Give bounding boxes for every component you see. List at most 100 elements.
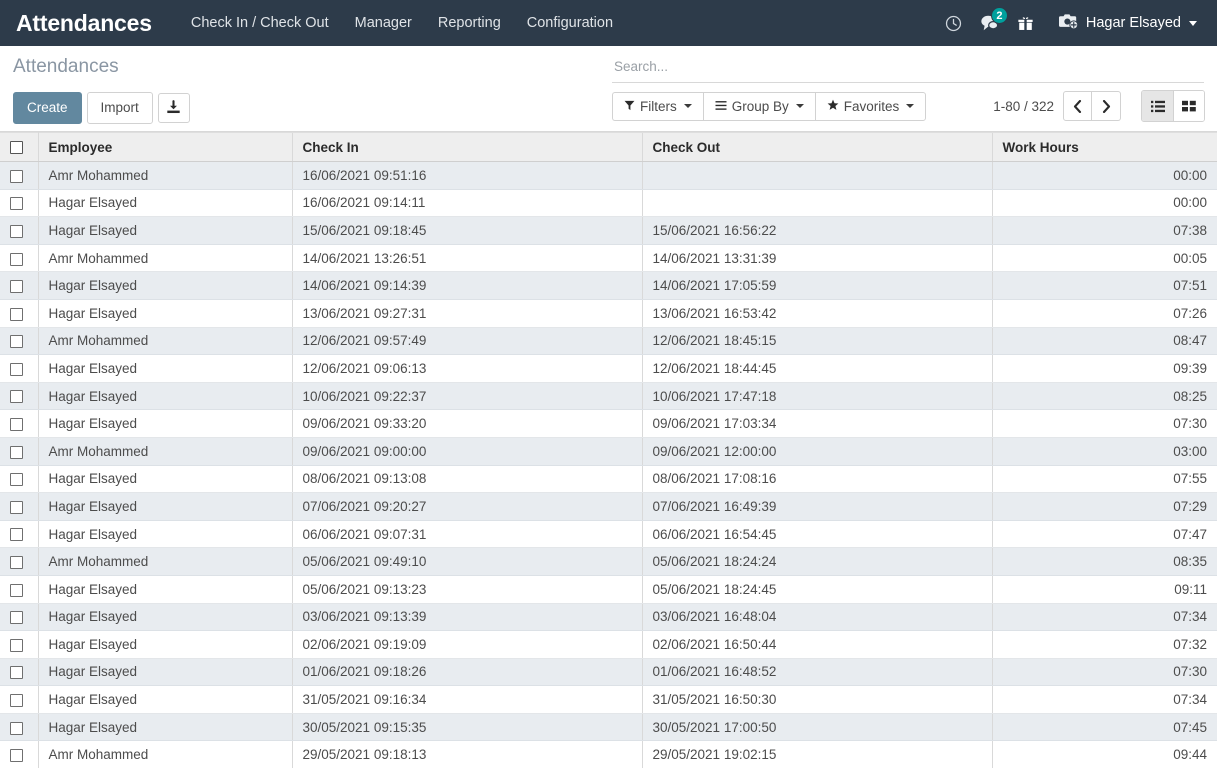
download-icon[interactable] <box>158 93 190 123</box>
row-checkbox[interactable] <box>10 722 23 735</box>
row-checkbox[interactable] <box>10 363 23 376</box>
search-input[interactable] <box>614 59 1204 74</box>
create-button[interactable]: Create <box>13 92 82 124</box>
row-checkbox[interactable] <box>10 556 23 569</box>
column-header-check-out[interactable]: Check Out <box>642 133 992 162</box>
cell-check-in: 29/05/2021 09:18:13 <box>292 741 642 768</box>
table-row[interactable]: Hagar Elsayed14/06/2021 09:14:3914/06/20… <box>0 272 1217 300</box>
navbar-system-tray: 2 Hagar Elsayed <box>937 0 1203 46</box>
row-checkbox[interactable] <box>10 308 23 321</box>
column-header-employee[interactable]: Employee <box>38 133 292 162</box>
row-select-cell <box>0 603 38 631</box>
table-row[interactable]: Hagar Elsayed01/06/2021 09:18:2601/06/20… <box>0 658 1217 686</box>
select-all-header <box>0 133 38 162</box>
row-checkbox[interactable] <box>10 611 23 624</box>
row-checkbox[interactable] <box>10 639 23 652</box>
menu-item-manager[interactable]: Manager <box>342 2 425 44</box>
row-checkbox[interactable] <box>10 528 23 541</box>
row-checkbox[interactable] <box>10 501 23 514</box>
table-row[interactable]: Amr Mohammed12/06/2021 09:57:4912/06/202… <box>0 327 1217 355</box>
row-checkbox[interactable] <box>10 473 23 486</box>
table-row[interactable]: Hagar Elsayed12/06/2021 09:06:1312/06/20… <box>0 355 1217 383</box>
filters-button[interactable]: Filters <box>612 92 703 121</box>
menu-item-check-in-check-out[interactable]: Check In / Check Out <box>178 2 342 44</box>
table-row[interactable]: Hagar Elsayed31/05/2021 09:16:3431/05/20… <box>0 686 1217 714</box>
chevron-right-icon[interactable] <box>1092 91 1121 121</box>
cell-check-out: 01/06/2021 16:48:52 <box>642 658 992 686</box>
menu-item-configuration[interactable]: Configuration <box>514 2 626 44</box>
table-row[interactable]: Amr Mohammed09/06/2021 09:00:0009/06/202… <box>0 437 1217 465</box>
table-row[interactable]: Amr Mohammed29/05/2021 09:18:1329/05/202… <box>0 741 1217 768</box>
kanban-view-icon[interactable] <box>1173 91 1204 121</box>
table-row[interactable]: Hagar Elsayed02/06/2021 09:19:0902/06/20… <box>0 631 1217 659</box>
chevron-down-icon <box>906 104 914 108</box>
row-checkbox[interactable] <box>10 446 23 459</box>
table-row[interactable]: Hagar Elsayed16/06/2021 09:14:1100:00 <box>0 189 1217 217</box>
row-checkbox[interactable] <box>10 253 23 266</box>
cell-work-hours: 08:47 <box>992 327 1217 355</box>
cell-check-in: 03/06/2021 09:13:39 <box>292 603 642 631</box>
import-button[interactable]: Import <box>87 92 153 124</box>
column-header-work-hours[interactable]: Work Hours <box>992 133 1217 162</box>
table-row[interactable]: Hagar Elsayed03/06/2021 09:13:3903/06/20… <box>0 603 1217 631</box>
table-row[interactable]: Hagar Elsayed07/06/2021 09:20:2707/06/20… <box>0 493 1217 521</box>
list-view-icon[interactable] <box>1142 91 1173 121</box>
row-checkbox[interactable] <box>10 197 23 210</box>
gift-icon[interactable] <box>1009 0 1043 46</box>
cell-check-out: 30/05/2021 17:00:50 <box>642 713 992 741</box>
cell-check-in: 09/06/2021 09:33:20 <box>292 410 642 438</box>
cell-employee: Hagar Elsayed <box>38 465 292 493</box>
clock-icon[interactable] <box>937 0 971 46</box>
table-row[interactable]: Hagar Elsayed10/06/2021 09:22:3710/06/20… <box>0 382 1217 410</box>
cell-check-out: 12/06/2021 18:44:45 <box>642 355 992 383</box>
row-checkbox[interactable] <box>10 584 23 597</box>
row-checkbox[interactable] <box>10 694 23 707</box>
cell-check-out: 05/06/2021 18:24:45 <box>642 575 992 603</box>
cell-employee: Hagar Elsayed <box>38 355 292 383</box>
menu-item-reporting[interactable]: Reporting <box>425 2 514 44</box>
cell-work-hours: 09:39 <box>992 355 1217 383</box>
table-row[interactable]: Hagar Elsayed13/06/2021 09:27:3113/06/20… <box>0 299 1217 327</box>
row-checkbox[interactable] <box>10 749 23 762</box>
cell-employee: Hagar Elsayed <box>38 382 292 410</box>
table-row[interactable]: Amr Mohammed16/06/2021 09:51:1600:00 <box>0 162 1217 190</box>
group-by-button[interactable]: Group By <box>703 92 815 121</box>
search-area <box>612 56 1204 83</box>
table-row[interactable]: Hagar Elsayed06/06/2021 09:07:3106/06/20… <box>0 520 1217 548</box>
row-select-cell <box>0 713 38 741</box>
search-box[interactable] <box>612 56 1204 83</box>
row-checkbox[interactable] <box>10 418 23 431</box>
chevron-left-icon[interactable] <box>1063 91 1092 121</box>
cell-check-out: 03/06/2021 16:48:04 <box>642 603 992 631</box>
chevron-down-icon <box>1189 21 1197 26</box>
row-checkbox[interactable] <box>10 390 23 403</box>
star-icon <box>827 99 839 114</box>
cell-check-out: 14/06/2021 17:05:59 <box>642 272 992 300</box>
user-menu[interactable]: Hagar Elsayed <box>1045 0 1203 46</box>
table-row[interactable]: Hagar Elsayed30/05/2021 09:15:3530/05/20… <box>0 713 1217 741</box>
row-checkbox[interactable] <box>10 280 23 293</box>
table-row[interactable]: Amr Mohammed05/06/2021 09:49:1005/06/202… <box>0 548 1217 576</box>
messages-icon[interactable]: 2 <box>973 0 1007 46</box>
cell-employee: Amr Mohammed <box>38 437 292 465</box>
table-row[interactable]: Amr Mohammed14/06/2021 13:26:5114/06/202… <box>0 244 1217 272</box>
column-header-check-in[interactable]: Check In <box>292 133 642 162</box>
row-checkbox[interactable] <box>10 225 23 238</box>
app-brand[interactable]: Attendances <box>0 10 178 37</box>
chevron-down-icon <box>796 104 804 108</box>
select-all-checkbox[interactable] <box>10 141 23 154</box>
cell-employee: Hagar Elsayed <box>38 217 292 245</box>
cell-check-out <box>642 189 992 217</box>
table-row[interactable]: Hagar Elsayed05/06/2021 09:13:2305/06/20… <box>0 575 1217 603</box>
table-row[interactable]: Hagar Elsayed15/06/2021 09:18:4515/06/20… <box>0 217 1217 245</box>
cell-check-out: 14/06/2021 13:31:39 <box>642 244 992 272</box>
table-row[interactable]: Hagar Elsayed09/06/2021 09:33:2009/06/20… <box>0 410 1217 438</box>
group-by-label: Group By <box>732 99 789 114</box>
view-switcher <box>1141 90 1205 122</box>
row-checkbox[interactable] <box>10 666 23 679</box>
favorites-button[interactable]: Favorites <box>815 92 927 121</box>
row-checkbox[interactable] <box>10 170 23 183</box>
table-row[interactable]: Hagar Elsayed08/06/2021 09:13:0808/06/20… <box>0 465 1217 493</box>
row-checkbox[interactable] <box>10 335 23 348</box>
cell-check-in: 08/06/2021 09:13:08 <box>292 465 642 493</box>
